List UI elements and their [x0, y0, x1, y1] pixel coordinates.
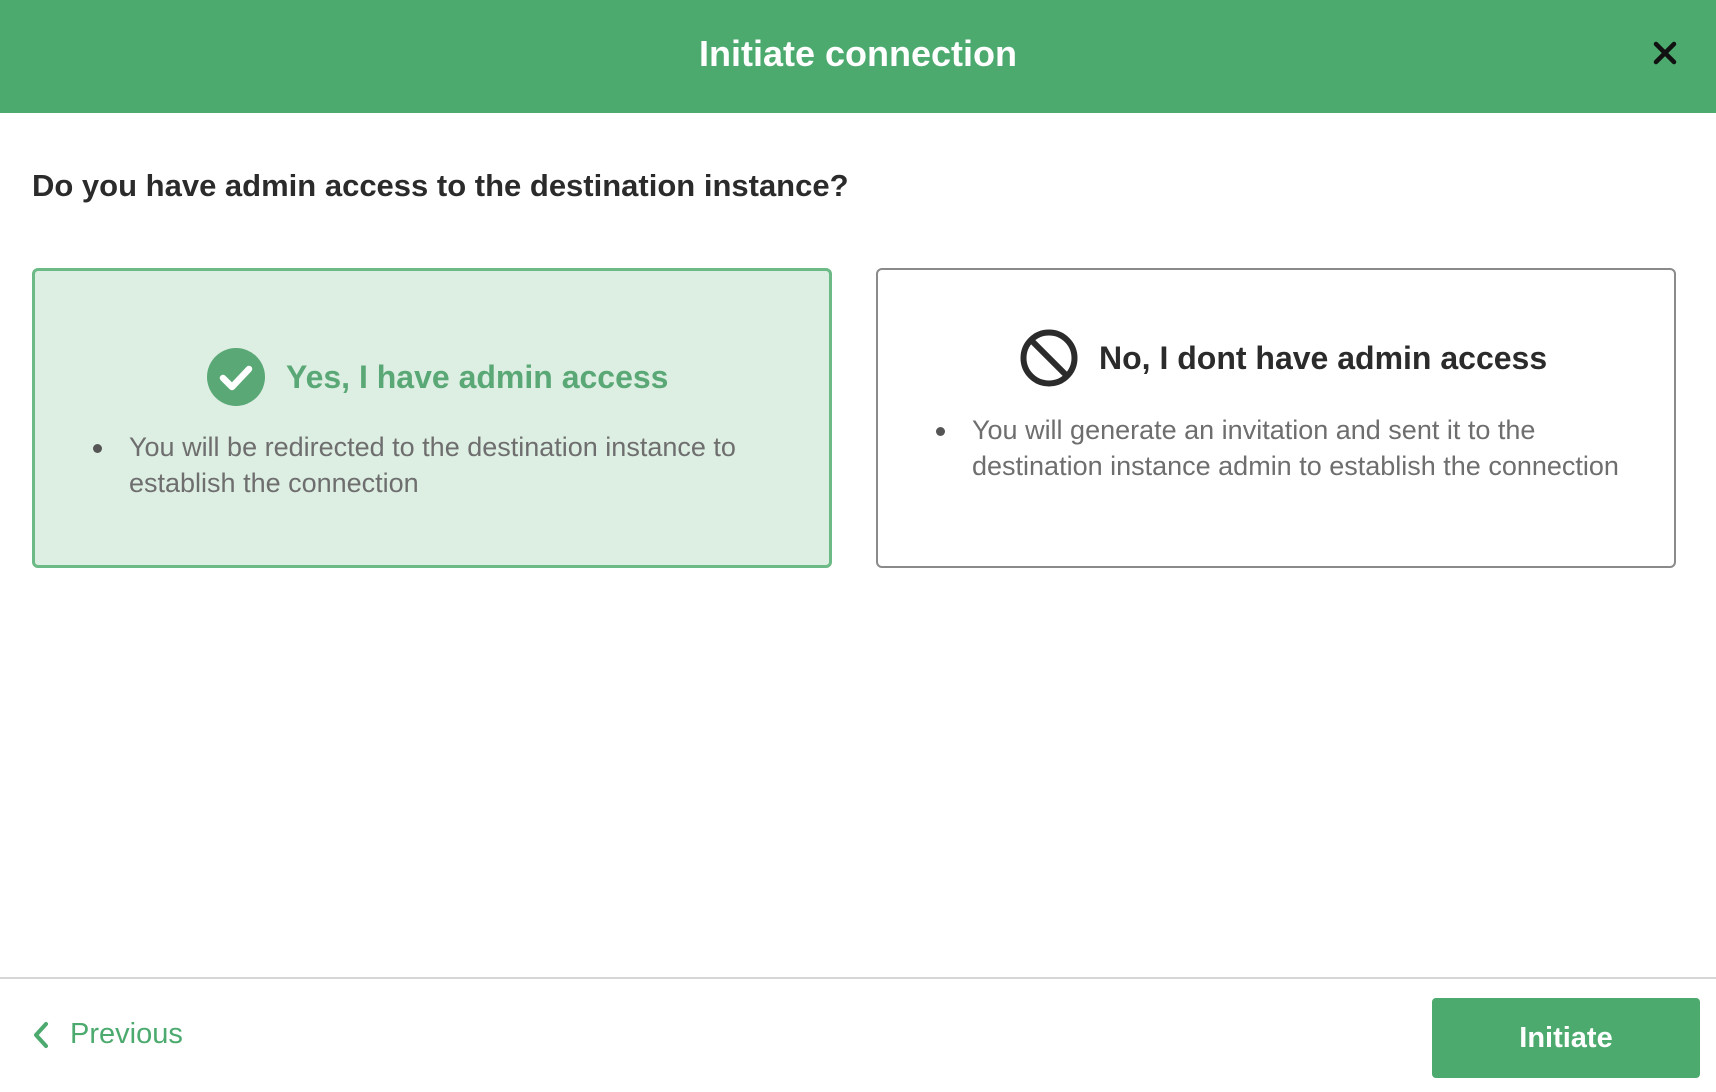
previous-button[interactable]: Previous — [32, 1018, 183, 1051]
option-bullet-list: You will generate an invitation and sent… — [936, 412, 1636, 484]
modal-title: Initiate connection — [698, 32, 1018, 74]
modal-header: Initiate connection — [0, 0, 1716, 113]
option-header: Yes, I have admin access — [207, 348, 668, 406]
option-bullet-list: You will be redirected to the destinatio… — [93, 429, 793, 501]
chevron-left-icon — [34, 1021, 48, 1048]
initiate-connection-modal: Initiate connection Do you have admin ac… — [0, 0, 1716, 1092]
option-title: No, I dont have admin access — [1099, 339, 1548, 376]
bullet-item: You will generate an invitation and sent… — [936, 412, 1636, 484]
footer-divider — [0, 977, 1716, 979]
bullet-item: You will be redirected to the destinatio… — [93, 429, 793, 501]
option-title: Yes, I have admin access — [286, 358, 669, 395]
close-icon — [1653, 41, 1677, 65]
option-header: No, I dont have admin access — [1020, 329, 1547, 387]
initiate-button[interactable]: Initiate — [1432, 998, 1700, 1078]
close-button[interactable] — [1652, 40, 1678, 66]
option-no-admin-access[interactable]: No, I dont have admin access You will ge… — [876, 268, 1676, 568]
question-heading: Do you have admin access to the destinat… — [32, 168, 849, 203]
previous-label: Previous — [70, 1018, 183, 1050]
option-yes-admin-access[interactable]: Yes, I have admin access You will be red… — [32, 268, 832, 568]
no-entry-icon — [1020, 329, 1078, 387]
check-circle-icon — [207, 348, 265, 406]
